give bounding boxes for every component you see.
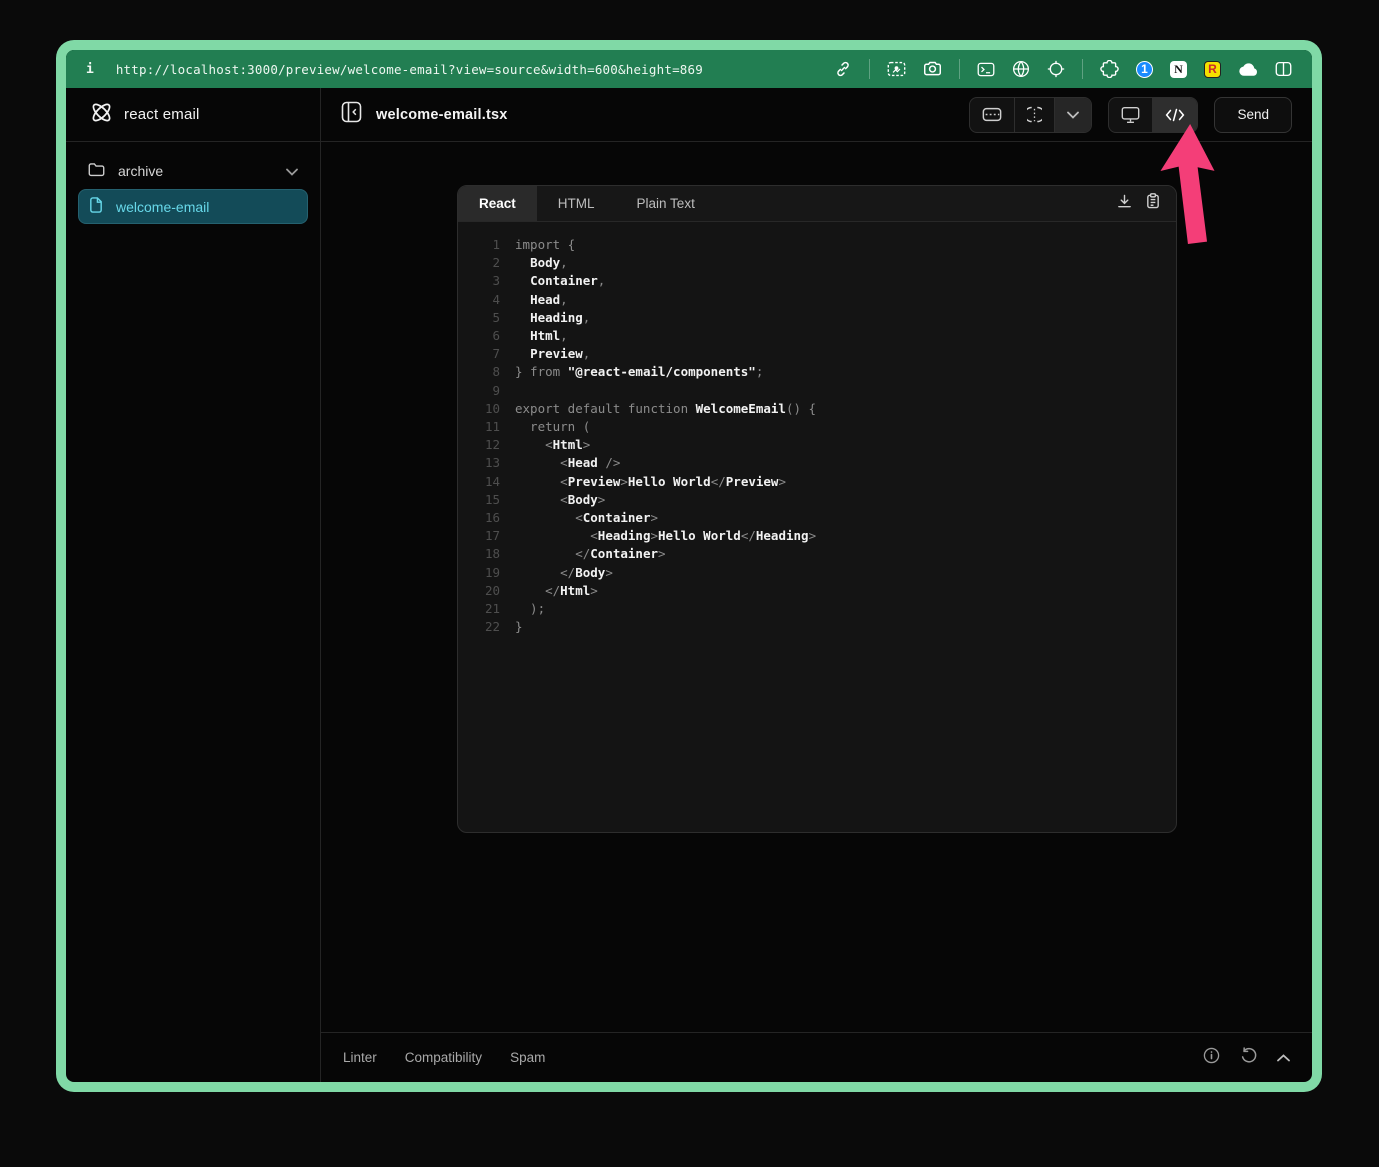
site-info-icon[interactable]: i bbox=[86, 62, 94, 77]
code-line: 17 <Heading>Hello World</Heading> bbox=[470, 527, 1176, 545]
code-line: 12 <Html> bbox=[470, 436, 1176, 454]
sidebar-nav: archive welcome-email bbox=[66, 142, 320, 238]
toolbar-divider bbox=[1082, 59, 1083, 79]
code-line: 8} from "@react-email/components"; bbox=[470, 363, 1176, 381]
copy-clipboard-icon[interactable] bbox=[1146, 193, 1160, 214]
folder-icon bbox=[88, 162, 105, 180]
tab-spam[interactable]: Spam bbox=[510, 1050, 545, 1065]
folder-label: archive bbox=[118, 163, 163, 179]
main-panel: welcome-email.tsx bbox=[321, 88, 1312, 1082]
tab-linter[interactable]: Linter bbox=[343, 1050, 377, 1065]
code-line: 18 </Container> bbox=[470, 545, 1176, 563]
viewport-width-button[interactable] bbox=[970, 98, 1014, 132]
code-line: 15 <Body> bbox=[470, 491, 1176, 509]
chevron-up-icon[interactable] bbox=[1277, 1049, 1290, 1067]
cloud-icon[interactable] bbox=[1238, 62, 1258, 77]
notion-icon[interactable]: N bbox=[1170, 61, 1187, 78]
status-bar: Linter Compatibility Spam bbox=[321, 1032, 1312, 1082]
code-line: 13 <Head /> bbox=[470, 454, 1176, 472]
code-line: 10export default function WelcomeEmail()… bbox=[470, 400, 1176, 418]
tab-html[interactable]: HTML bbox=[537, 186, 616, 221]
app-title: react email bbox=[124, 106, 200, 123]
onepassword-icon[interactable]: 1 bbox=[1136, 61, 1153, 78]
code-panel: React HTML Plain Text bbox=[457, 185, 1177, 833]
react-email-logo-icon bbox=[90, 101, 113, 129]
code-line: 21 ); bbox=[470, 600, 1176, 618]
code-line: 5 Heading, bbox=[470, 309, 1176, 327]
terminal-icon[interactable] bbox=[977, 62, 995, 77]
download-icon[interactable] bbox=[1117, 194, 1132, 214]
code-line: 11 return ( bbox=[470, 418, 1176, 436]
file-icon bbox=[89, 197, 103, 216]
split-view-icon[interactable] bbox=[1275, 61, 1292, 77]
code-line: 4 Head, bbox=[470, 291, 1176, 309]
url-text[interactable]: http://localhost:3000/preview/welcome-em… bbox=[116, 62, 703, 77]
tab-compatibility[interactable]: Compatibility bbox=[405, 1050, 482, 1065]
link-icon[interactable] bbox=[834, 60, 852, 78]
code-line: 3 Container, bbox=[470, 272, 1176, 290]
app-frame: i http://localhost:3000/preview/welcome-… bbox=[66, 50, 1312, 1082]
browser-toolbar-icons: 1 N R bbox=[834, 59, 1292, 79]
code-line: 19 </Body> bbox=[470, 564, 1176, 582]
globe-icon[interactable] bbox=[1012, 60, 1030, 78]
code-line: 2 Body, bbox=[470, 254, 1176, 272]
code-lines[interactable]: 1import {2 Body,3 Container,4 Head,5 Hea… bbox=[458, 222, 1176, 832]
viewport-controls bbox=[969, 97, 1092, 133]
code-line: 6 Html, bbox=[470, 327, 1176, 345]
viewport-dropdown-button[interactable] bbox=[1054, 98, 1091, 132]
page-title-filename: welcome-email.tsx bbox=[376, 107, 508, 123]
sidebar: react email archive bbox=[66, 88, 321, 1082]
chevron-down-icon[interactable] bbox=[286, 163, 298, 179]
puzzle-icon[interactable] bbox=[1100, 60, 1119, 78]
browser-url-bar[interactable]: i http://localhost:3000/preview/welcome-… bbox=[66, 50, 1312, 88]
tab-plain-text[interactable]: Plain Text bbox=[616, 186, 716, 221]
camera-icon[interactable] bbox=[923, 61, 942, 77]
toolbar-divider bbox=[869, 59, 870, 79]
sidebar-item-welcome-email[interactable]: welcome-email bbox=[78, 189, 308, 224]
sidebar-toggle-icon[interactable] bbox=[341, 101, 362, 128]
screenshot-icon[interactable] bbox=[887, 61, 906, 77]
sidebar-header: react email bbox=[66, 88, 320, 142]
view-mode-toggle bbox=[1108, 97, 1198, 133]
code-line: 14 <Preview>Hello World</Preview> bbox=[470, 473, 1176, 491]
r-extension-icon[interactable]: R bbox=[1204, 61, 1221, 78]
code-line: 20 </Html> bbox=[470, 582, 1176, 600]
viewport-height-button[interactable] bbox=[1014, 98, 1054, 132]
code-view-tabs: React HTML Plain Text bbox=[458, 186, 1176, 222]
content-area: React HTML Plain Text bbox=[321, 142, 1312, 1032]
main-header: welcome-email.tsx bbox=[321, 88, 1312, 142]
toolbar-divider bbox=[959, 59, 960, 79]
code-line: 1import { bbox=[470, 236, 1176, 254]
sidebar-folder-archive[interactable]: archive bbox=[78, 156, 308, 186]
refresh-icon[interactable] bbox=[1240, 1047, 1257, 1069]
code-line: 9 bbox=[470, 382, 1176, 400]
browser-window: i http://localhost:3000/preview/welcome-… bbox=[56, 40, 1322, 1092]
send-button[interactable]: Send bbox=[1214, 97, 1292, 133]
source-code-view-button[interactable] bbox=[1152, 98, 1197, 132]
code-line: 16 <Container> bbox=[470, 509, 1176, 527]
info-icon[interactable] bbox=[1203, 1047, 1220, 1069]
target-icon[interactable] bbox=[1047, 60, 1065, 78]
code-line: 7 Preview, bbox=[470, 345, 1176, 363]
sidebar-item-label: welcome-email bbox=[116, 199, 209, 215]
tab-react[interactable]: React bbox=[458, 186, 537, 221]
code-line: 22} bbox=[470, 618, 1176, 636]
preview-view-button[interactable] bbox=[1109, 98, 1152, 132]
